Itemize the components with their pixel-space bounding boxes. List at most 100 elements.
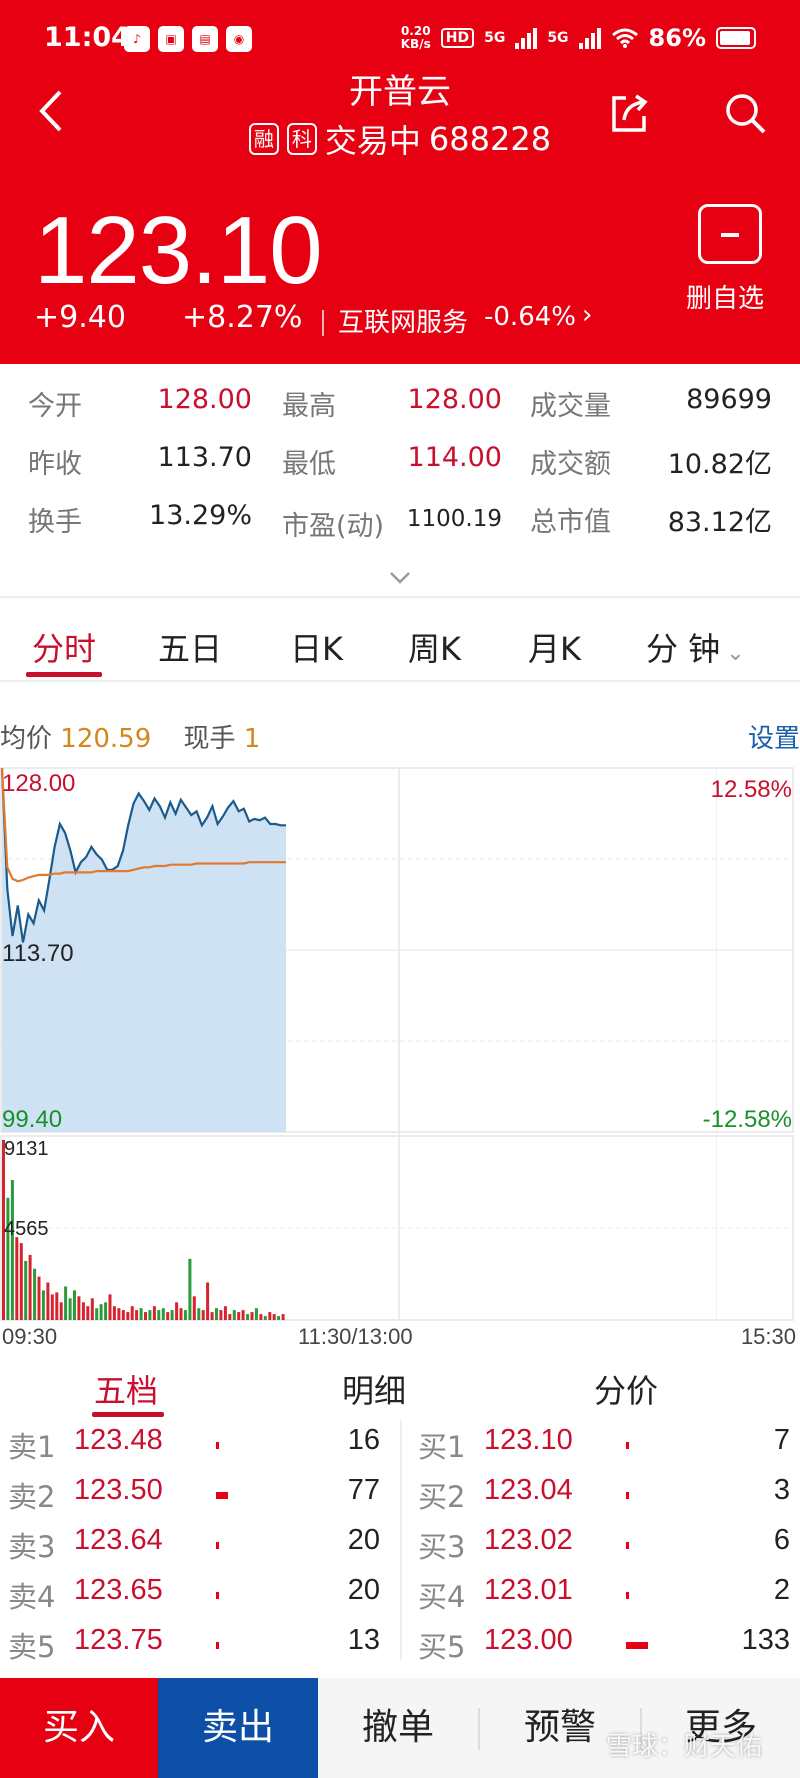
network-speed: 0.20 KB/s [400, 24, 431, 51]
volume-bar [135, 1310, 139, 1320]
sell-button[interactable]: 卖出 [158, 1678, 318, 1778]
volume-bar [37, 1276, 41, 1320]
intraday-chart[interactable] [0, 764, 800, 1324]
sector-link[interactable]: 互联网服务 [338, 302, 468, 339]
remove-watchlist-label[interactable]: 删自选 [686, 278, 764, 315]
stock-header: 11:04 ♪ ▣ ▤ ◉ 0.20 KB/s HD 5G 5G 86% 开普云… [0, 0, 800, 364]
volume-bar [263, 1316, 267, 1320]
price-high-label: 128.00 [2, 770, 76, 797]
buy-price: 123.04 [484, 1474, 573, 1506]
volume-bar [46, 1282, 50, 1320]
sim2-label: 5G [547, 30, 569, 46]
buy-row[interactable]: 买4 123.01 2 [410, 1574, 800, 1618]
quote-label: 成交额 [530, 449, 611, 480]
app-icon: ▣ [158, 26, 184, 52]
sell-volume-bar [216, 1492, 228, 1499]
volume-bar [64, 1286, 68, 1320]
quote-value: 13.29% [149, 500, 252, 531]
current-lot-value: 1 [243, 724, 261, 754]
sim1-label: 5G [484, 30, 506, 46]
share-button[interactable] [606, 90, 652, 136]
tab-daily-k[interactable]: 日K [290, 624, 343, 670]
sell-level: 卖1 [8, 1430, 56, 1464]
quote-value: 1100.19 [406, 506, 502, 532]
sell-row[interactable]: 卖4 123.65 20 [0, 1574, 400, 1618]
sell-price: 123.50 [74, 1474, 163, 1506]
price-change-pct: +8.27% [182, 300, 303, 335]
volume-bar [77, 1296, 81, 1320]
volume-bar [183, 1310, 187, 1320]
margin-tag: 融 [248, 123, 279, 155]
sell-level: 卖3 [8, 1530, 56, 1564]
chevron-right-icon[interactable]: › [582, 300, 592, 330]
sell-row[interactable]: 卖1 123.48 16 [0, 1424, 400, 1468]
volume-bar [139, 1308, 143, 1320]
tab-minute[interactable]: 分 钟 ⌄ [646, 624, 745, 670]
chevron-down-icon[interactable] [388, 570, 412, 586]
cancel-order-button[interactable]: 撤单 [318, 1678, 478, 1778]
quote-grid: 今开 128.00 最高 128.00 成交量 89699 昨收 113.70 … [0, 364, 800, 594]
volume-bar [108, 1294, 112, 1320]
buy-row[interactable]: 买1 123.10 7 [410, 1424, 800, 1468]
tab-monthly-k[interactable]: 月K [528, 624, 581, 670]
avg-price-value: 120.59 [60, 724, 152, 754]
intraday-info: 均价 120.59 现手 1 设置 [0, 718, 800, 758]
tab-detail[interactable]: 明细 [342, 1366, 406, 1412]
buy-row[interactable]: 买5 123.00 133 [410, 1624, 800, 1668]
sell-row[interactable]: 卖5 123.75 13 [0, 1624, 400, 1668]
chart-settings-link[interactable]: 设置 [748, 718, 800, 755]
divider [0, 596, 800, 598]
volume-bar [192, 1296, 196, 1320]
quote-label: 最高 [282, 391, 336, 422]
wifi-icon [611, 28, 638, 48]
sell-level: 卖4 [8, 1580, 56, 1614]
sell-row[interactable]: 卖2 123.50 77 [0, 1474, 400, 1518]
volume-bar [24, 1260, 28, 1320]
signal-icon [515, 27, 538, 49]
buy-volume: 3 [773, 1474, 790, 1506]
tab-five-day[interactable]: 五日 [158, 624, 222, 670]
volume-bar [121, 1310, 125, 1320]
watermark: 雪球：财天佑 [606, 1732, 763, 1762]
signal-icon [578, 27, 601, 49]
tab-intraday[interactable]: 分时 [32, 624, 96, 670]
buy-row[interactable]: 买3 123.02 6 [410, 1524, 800, 1568]
buy-button[interactable]: 买入 [0, 1678, 158, 1778]
remove-watchlist-button[interactable] [698, 204, 762, 264]
volume-bar [197, 1308, 201, 1320]
volume-bar [206, 1282, 210, 1320]
sell-row[interactable]: 卖3 123.64 20 [0, 1524, 400, 1568]
volume-bar [175, 1302, 179, 1320]
volume-bar [41, 1290, 45, 1320]
status-right: 0.20 KB/s HD 5G 5G 86% [401, 24, 756, 52]
volume-bar [268, 1312, 272, 1320]
tab-price-volume[interactable]: 分价 [594, 1366, 658, 1412]
tab-weekly-k[interactable]: 周K [408, 624, 461, 670]
share-icon [612, 94, 648, 132]
active-tab-indicator [26, 672, 102, 677]
quote-label: 总市值 [530, 507, 611, 538]
sell-volume-bar [216, 1442, 219, 1449]
news-icon: ▤ [192, 26, 218, 52]
search-button[interactable] [722, 90, 768, 136]
buy-row[interactable]: 买2 123.04 3 [410, 1474, 800, 1518]
volume-bar [246, 1314, 250, 1320]
sector-change-pct: -0.64% [484, 302, 576, 332]
sell-level: 卖2 [8, 1480, 56, 1514]
prev-close-label: 113.70 [2, 940, 74, 967]
volume-bar [250, 1312, 254, 1320]
buy-level: 买4 [418, 1580, 466, 1614]
volume-bar [223, 1306, 227, 1320]
buy-level: 买3 [418, 1530, 466, 1564]
tab-five-level[interactable]: 五档 [94, 1366, 158, 1412]
buy-volume-bar [626, 1542, 629, 1549]
price-change: +9.40 [34, 300, 126, 335]
volume-bar [161, 1308, 165, 1320]
volume-bar [68, 1298, 72, 1320]
buy-volume-bar [626, 1492, 629, 1499]
sell-volume: 20 [347, 1574, 380, 1606]
sell-volume: 16 [347, 1424, 380, 1456]
volume-bar [126, 1312, 130, 1320]
sell-volume-bar [216, 1542, 219, 1549]
time-start-label: 09:30 [2, 1324, 58, 1349]
